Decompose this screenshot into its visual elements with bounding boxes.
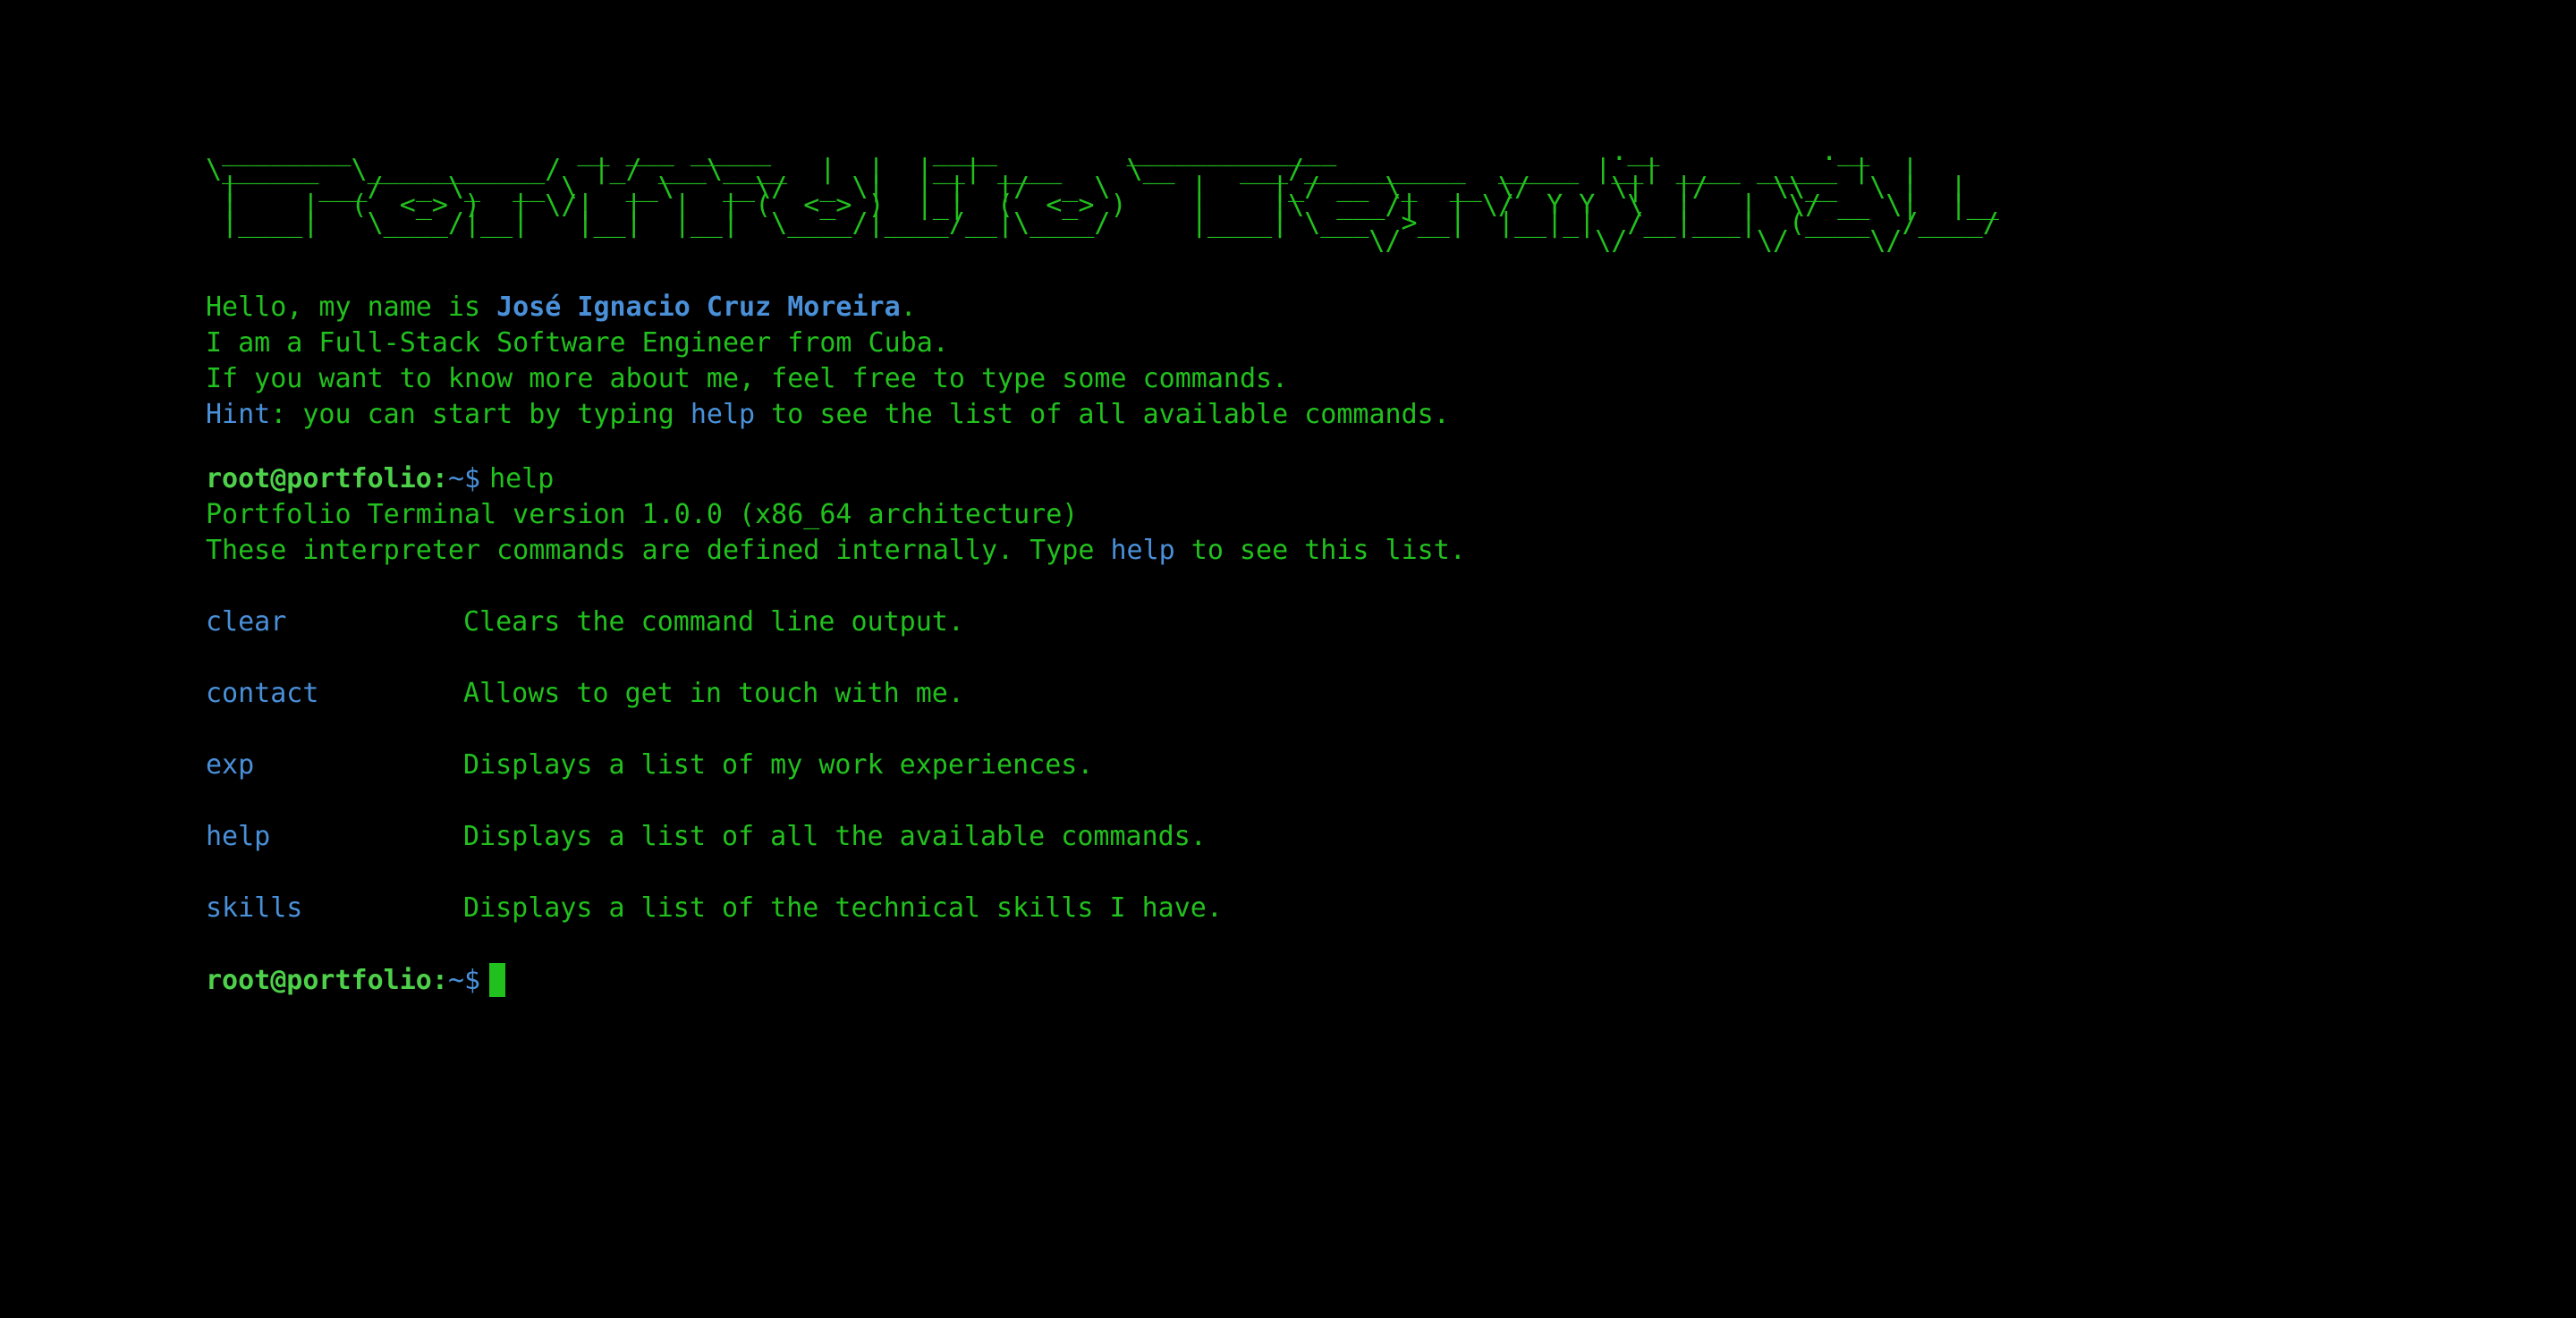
hint-line: Hint: you can start by typing help to se… bbox=[206, 397, 2540, 433]
command-name: skills bbox=[206, 892, 303, 924]
text-cursor[interactable] bbox=[489, 963, 506, 997]
command-description: Clears the command line output. bbox=[463, 606, 964, 638]
history-prompt-line: root@portfolio:~$ help bbox=[206, 461, 2540, 497]
prompt-user: root@portfolio: bbox=[206, 964, 448, 996]
defined-line: These interpreter commands are defined i… bbox=[206, 533, 2540, 569]
terminal-output: ________ __ ___ _____ ____ _____________… bbox=[206, 136, 2540, 998]
intro-block: Hello, my name is José Ignacio Cruz More… bbox=[206, 290, 2540, 433]
command-row: exp Displays a list of my work experience… bbox=[206, 748, 2540, 783]
owner-name: José Ignacio Cruz Moreira bbox=[496, 291, 901, 323]
intro-line-2: I am a Full-Stack Software Engineer from… bbox=[206, 327, 949, 359]
command-row: help Displays a list of all the available… bbox=[206, 819, 2540, 855]
defined-command: help bbox=[1110, 535, 1175, 566]
terminal-screen: ________ __ ___ _____ ____ _____________… bbox=[0, 0, 2576, 1318]
command-name: contact bbox=[206, 678, 319, 709]
prompt-symbol: $ bbox=[464, 463, 481, 494]
hint-command: help bbox=[690, 399, 756, 430]
command-description: Displays a list of the technical skills … bbox=[463, 892, 1223, 924]
history-command: help bbox=[489, 463, 555, 494]
hint-label: Hint bbox=[206, 399, 271, 430]
command-name: clear bbox=[206, 606, 287, 638]
command-description: Displays a list of all the available com… bbox=[463, 821, 1207, 852]
intro-greeting: Hello, my name is bbox=[206, 291, 497, 323]
command-row: contact Allows to get in touch with me. bbox=[206, 676, 2540, 712]
intro-period: . bbox=[900, 291, 917, 323]
command-list: clear Clears the command line output. con… bbox=[206, 604, 2540, 926]
command-name: exp bbox=[206, 749, 255, 781]
command-name: help bbox=[206, 821, 271, 852]
defined-text-end: to see this list. bbox=[1174, 535, 1466, 566]
intro-line-3: If you want to know more about me, feel … bbox=[206, 363, 1289, 394]
prompt-path: ~ bbox=[447, 964, 464, 996]
command-description: Allows to get in touch with me. bbox=[463, 678, 964, 709]
prompt-symbol: $ bbox=[464, 964, 481, 996]
prompt-path: ~ bbox=[447, 463, 464, 494]
command-row: skills Displays a list of the technical s… bbox=[206, 891, 2540, 926]
prompt-user: root@portfolio: bbox=[206, 463, 448, 494]
active-prompt-line[interactable]: root@portfolio: ~ $ bbox=[206, 962, 2540, 998]
ascii-banner: ________ __ ___ _____ ____ _____________… bbox=[206, 136, 1999, 257]
hint-text: : you can start by typing bbox=[270, 399, 691, 430]
intro-line-1: Hello, my name is José Ignacio Cruz More… bbox=[206, 290, 2540, 325]
version-line: Portfolio Terminal version 1.0.0 (x86_64… bbox=[206, 499, 1079, 530]
hint-text-end: to see the list of all available command… bbox=[755, 399, 1450, 430]
command-row: clear Clears the command line output. bbox=[206, 604, 2540, 640]
command-description: Displays a list of my work experiences. bbox=[463, 749, 1094, 781]
defined-text: These interpreter commands are defined i… bbox=[206, 535, 1111, 566]
